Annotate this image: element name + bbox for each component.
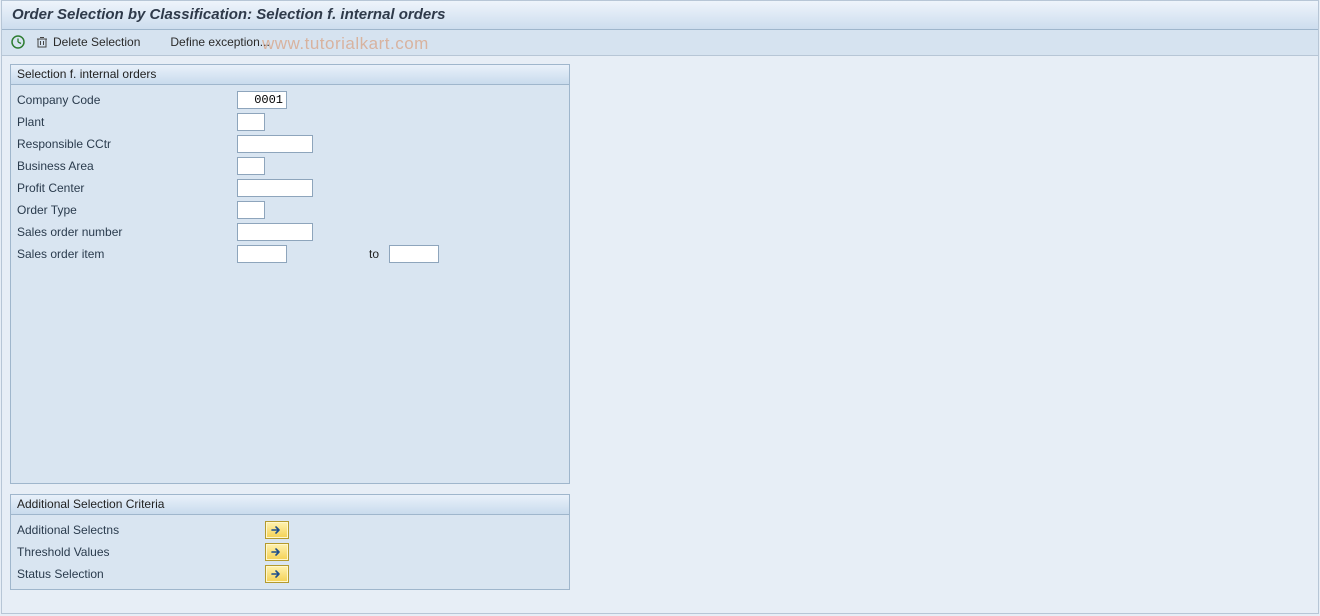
app-window: Order Selection by Classification: Selec… xyxy=(1,0,1319,614)
sales-order-number-input[interactable] xyxy=(237,223,313,241)
titlebar: Order Selection by Classification: Selec… xyxy=(2,1,1318,30)
row-sales-order-item: Sales order item to xyxy=(17,243,563,265)
label-threshold-values: Threshold Values xyxy=(17,545,265,559)
label-status-selection: Status Selection xyxy=(17,567,265,581)
row-additional-selectns: Additional Selectns xyxy=(17,519,563,541)
label-sales-order-item: Sales order item xyxy=(17,247,237,261)
label-additional-selectns: Additional Selectns xyxy=(17,523,265,537)
label-plant: Plant xyxy=(17,115,237,129)
company-code-input[interactable] xyxy=(237,91,287,109)
group1-title: Selection f. internal orders xyxy=(11,65,569,85)
group-additional-selection-criteria: Additional Selection Criteria Additional… xyxy=(10,494,570,590)
toolbar: Delete Selection Define exception... www… xyxy=(2,30,1318,56)
label-order-type: Order Type xyxy=(17,203,237,217)
group2-title: Additional Selection Criteria xyxy=(11,495,569,515)
row-responsible-cctr: Responsible CCtr xyxy=(17,133,563,155)
sales-order-item-to-input[interactable] xyxy=(389,245,439,263)
arrow-right-icon xyxy=(271,525,283,535)
row-order-type: Order Type xyxy=(17,199,563,221)
profit-center-input[interactable] xyxy=(237,179,313,197)
label-to: to xyxy=(369,247,379,261)
label-profit-center: Profit Center xyxy=(17,181,237,195)
sales-order-item-from-input[interactable] xyxy=(237,245,287,263)
row-sales-order-number: Sales order number xyxy=(17,221,563,243)
arrow-right-icon xyxy=(271,569,283,579)
row-status-selection: Status Selection xyxy=(17,563,563,585)
delete-selection-button[interactable]: Delete Selection xyxy=(34,34,140,50)
define-exception-label: Define exception... xyxy=(170,35,269,49)
order-type-input[interactable] xyxy=(237,201,265,219)
label-sales-order-number: Sales order number xyxy=(17,225,237,239)
trash-icon xyxy=(34,34,50,50)
label-business-area: Business Area xyxy=(17,159,237,173)
content-area: Selection f. internal orders Company Cod… xyxy=(2,56,1318,608)
page-title: Order Selection by Classification: Selec… xyxy=(12,6,445,23)
execute-icon[interactable] xyxy=(10,34,26,50)
row-business-area: Business Area xyxy=(17,155,563,177)
label-responsible-cctr: Responsible CCtr xyxy=(17,137,237,151)
business-area-input[interactable] xyxy=(237,157,265,175)
additional-selectns-button[interactable] xyxy=(265,521,289,539)
threshold-values-button[interactable] xyxy=(265,543,289,561)
arrow-right-icon xyxy=(271,547,283,557)
plant-input[interactable] xyxy=(237,113,265,131)
row-plant: Plant xyxy=(17,111,563,133)
group-selection-internal-orders: Selection f. internal orders Company Cod… xyxy=(10,64,570,484)
row-threshold-values: Threshold Values xyxy=(17,541,563,563)
define-exception-button[interactable]: Define exception... xyxy=(170,35,269,49)
label-company-code: Company Code xyxy=(17,93,237,107)
row-company-code: Company Code xyxy=(17,89,563,111)
delete-selection-label: Delete Selection xyxy=(53,35,140,49)
watermark: www.tutorialkart.com xyxy=(262,34,429,54)
status-selection-button[interactable] xyxy=(265,565,289,583)
responsible-cctr-input[interactable] xyxy=(237,135,313,153)
row-profit-center: Profit Center xyxy=(17,177,563,199)
